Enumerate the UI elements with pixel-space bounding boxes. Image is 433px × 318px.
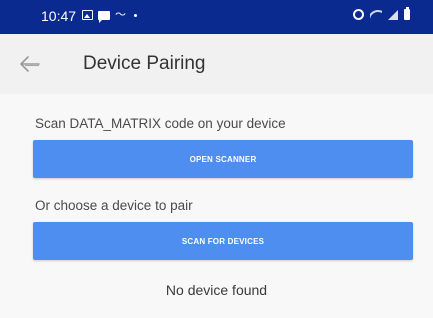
- no-device-found-text: No device found: [165, 282, 268, 298]
- wifi-icon: [370, 9, 382, 20]
- alarm-icon: [353, 9, 364, 20]
- status-time: 10:47: [41, 8, 77, 24]
- battery-icon: [404, 7, 410, 20]
- back-button[interactable]: [16, 50, 44, 78]
- choose-device-label: Or choose a device to pair: [35, 198, 193, 213]
- gallery-icon: [82, 10, 93, 20]
- pairing-content: Scan DATA_MATRIX code on your device OPE…: [0, 94, 433, 318]
- wave-icon: 〜: [115, 8, 126, 21]
- scan-instruction-label: Scan DATA_MATRIX code on your device: [35, 116, 286, 131]
- status-notification-icons: 〜: [82, 8, 137, 23]
- status-bar: 10:47 〜: [0, 0, 433, 34]
- page-title: Device Pairing: [83, 53, 206, 74]
- signal-icon: [388, 9, 398, 20]
- dot-icon: [134, 13, 137, 17]
- status-system-icons: [353, 7, 410, 20]
- scan-for-devices-button[interactable]: SCAN FOR DEVICES: [33, 222, 413, 260]
- app-bar: Device Pairing: [0, 34, 433, 94]
- open-scanner-button[interactable]: OPEN SCANNER: [33, 140, 413, 178]
- message-icon: [98, 10, 110, 23]
- arrow-left-icon: [20, 56, 40, 72]
